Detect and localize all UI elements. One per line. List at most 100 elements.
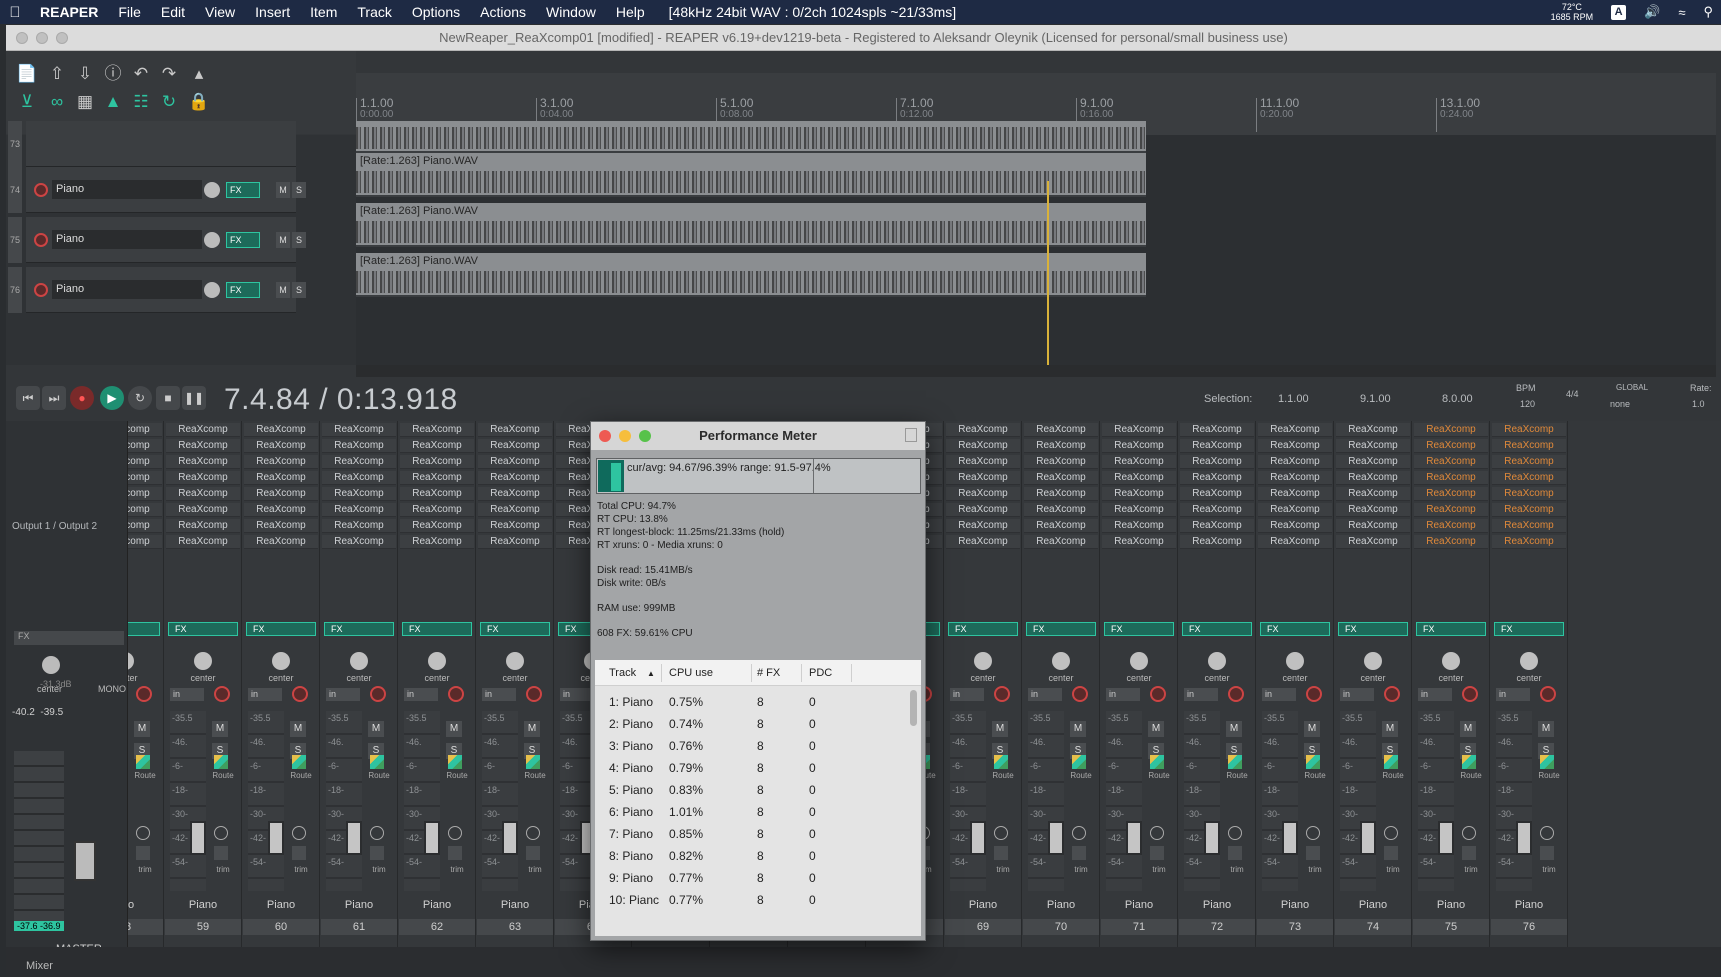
- phase-invert-icon[interactable]: [1306, 826, 1320, 840]
- fx-button[interactable]: FX: [226, 282, 260, 298]
- fx-button[interactable]: FX: [168, 622, 238, 636]
- mute-button[interactable]: M: [134, 721, 150, 737]
- fx-slot[interactable]: ReaXcomp: [1336, 439, 1410, 453]
- horizontal-scrollbar[interactable]: [356, 365, 1716, 377]
- menu-item[interactable]: Item: [300, 4, 347, 20]
- fx-slot[interactable]: ReaXcomp: [1492, 423, 1566, 437]
- menu-help[interactable]: Help: [606, 4, 655, 20]
- volume-fader[interactable]: [424, 821, 440, 855]
- route-icon[interactable]: [1540, 755, 1554, 769]
- strip-name[interactable]: Piano: [1022, 899, 1100, 911]
- table-row[interactable]: 3: Piano 0.76% 8 0: [595, 734, 905, 758]
- mute-button[interactable]: M: [992, 721, 1008, 737]
- fx-button[interactable]: FX: [128, 622, 160, 636]
- col-pdc[interactable]: PDC: [809, 667, 832, 679]
- mute-button[interactable]: M: [1148, 721, 1164, 737]
- pan-knob[interactable]: [1286, 652, 1304, 670]
- fx-slot[interactable]: ReaXcomp: [478, 503, 552, 517]
- fx-slot[interactable]: ReaXcomp: [166, 487, 240, 501]
- arrange-view[interactable]: [Rate:1.263] Piano.WAV [Rate:1.263] Pian…: [356, 121, 1716, 365]
- solo-button[interactable]: S: [292, 232, 306, 248]
- fx-slot[interactable]: ReaXcomp: [166, 503, 240, 517]
- fx-slot[interactable]: ReaXcomp: [1258, 535, 1332, 549]
- trim-envelope-icon[interactable]: [1462, 846, 1476, 860]
- table-row[interactable]: 2: Piano 0.74% 8 0: [595, 712, 905, 736]
- col-cpu-use[interactable]: CPU use: [669, 667, 713, 679]
- fx-slot[interactable]: ReaXcomp: [1024, 519, 1098, 533]
- grouping-icon[interactable]: ∞: [46, 91, 68, 113]
- mono-button[interactable]: MONO: [98, 684, 126, 694]
- mute-button[interactable]: M: [276, 182, 290, 198]
- pan-knob[interactable]: [128, 652, 134, 670]
- fx-button[interactable]: FX: [246, 622, 316, 636]
- stop-button[interactable]: ■: [156, 386, 180, 410]
- fx-button[interactable]: FX: [324, 622, 394, 636]
- mute-button[interactable]: M: [212, 721, 228, 737]
- volume-fader[interactable]: [970, 821, 986, 855]
- fx-slot[interactable]: ReaXcomp: [1102, 503, 1176, 517]
- fx-slot[interactable]: ReaXcomp: [1336, 487, 1410, 501]
- solo-button[interactable]: S: [292, 182, 306, 198]
- pan-knob[interactable]: [272, 652, 290, 670]
- strip-number[interactable]: 72: [1179, 919, 1255, 935]
- fx-slot[interactable]: ReaXcomp: [244, 519, 318, 533]
- perf-minimize-button[interactable]: [619, 430, 631, 442]
- fx-slot[interactable]: ReaXcomp: [478, 455, 552, 469]
- redo-icon[interactable]: ↷: [158, 63, 180, 85]
- col-fx-count[interactable]: # FX: [757, 667, 780, 679]
- pan-knob[interactable]: [974, 652, 992, 670]
- fx-slot[interactable]: ReaXcomp: [478, 471, 552, 485]
- bpm-value[interactable]: 120: [1520, 399, 1535, 409]
- phase-invert-icon[interactable]: [370, 826, 384, 840]
- mute-button[interactable]: M: [1460, 721, 1476, 737]
- strip-name[interactable]: Piano: [1100, 899, 1178, 911]
- auto-crossfade-icon[interactable]: ▲: [102, 91, 124, 113]
- menu-reaper[interactable]: REAPER: [30, 4, 108, 20]
- fx-slot[interactable]: ReaXcomp: [166, 535, 240, 549]
- fx-slot[interactable]: ReaXcomp: [128, 455, 162, 469]
- fx-slot[interactable]: ReaXcomp: [1024, 455, 1098, 469]
- record-arm-button[interactable]: [370, 686, 386, 702]
- fx-slot[interactable]: ReaXcomp: [1180, 471, 1254, 485]
- record-arm-button[interactable]: [214, 686, 230, 702]
- fx-slot[interactable]: ReaXcomp: [1414, 535, 1488, 549]
- fx-slot[interactable]: ReaXcomp: [946, 423, 1020, 437]
- route-icon[interactable]: [448, 755, 462, 769]
- pan-knob[interactable]: [1364, 652, 1382, 670]
- fx-slot[interactable]: ReaXcomp: [1492, 519, 1566, 533]
- mute-button[interactable]: M: [446, 721, 462, 737]
- trim-envelope-icon[interactable]: [1228, 846, 1242, 860]
- trim-envelope-icon[interactable]: [526, 846, 540, 860]
- fx-slot[interactable]: ReaXcomp: [478, 519, 552, 533]
- fx-slot[interactable]: ReaXcomp: [400, 487, 474, 501]
- strip-number[interactable]: 71: [1101, 919, 1177, 935]
- input-select[interactable]: in: [248, 688, 282, 701]
- phase-invert-icon[interactable]: [1384, 826, 1398, 840]
- route-icon[interactable]: [1306, 755, 1320, 769]
- fx-button[interactable]: FX: [1182, 622, 1252, 636]
- fx-slot[interactable]: ReaXcomp: [1258, 487, 1332, 501]
- trim-envelope-icon[interactable]: [1540, 846, 1554, 860]
- fx-slot[interactable]: ReaXcomp: [1180, 455, 1254, 469]
- strip-name[interactable]: Piano: [320, 899, 398, 911]
- track-name[interactable]: Piano: [52, 280, 202, 299]
- phase-invert-icon[interactable]: [994, 826, 1008, 840]
- fx-slot[interactable]: ReaXcomp: [244, 471, 318, 485]
- fx-slot[interactable]: ReaXcomp: [1258, 471, 1332, 485]
- input-select[interactable]: in: [1418, 688, 1452, 701]
- record-arm-button[interactable]: [34, 183, 48, 197]
- strip-number[interactable]: 63: [477, 919, 553, 935]
- rate-value[interactable]: 1.0: [1692, 399, 1705, 409]
- fx-slot[interactable]: ReaXcomp: [400, 455, 474, 469]
- input-select[interactable]: in: [1262, 688, 1296, 701]
- input-select[interactable]: in: [1496, 688, 1530, 701]
- fx-slot[interactable]: ReaXcomp: [1336, 503, 1410, 517]
- master-fader[interactable]: [74, 841, 96, 881]
- fx-slot[interactable]: ReaXcomp: [1102, 471, 1176, 485]
- fx-slot[interactable]: ReaXcomp: [400, 423, 474, 437]
- fx-slot[interactable]: ReaXcomp: [244, 503, 318, 517]
- strip-name[interactable]: Piano: [1334, 899, 1412, 911]
- fx-slot[interactable]: ReaXcomp: [1414, 487, 1488, 501]
- volume-knob[interactable]: [204, 232, 220, 248]
- strip-name[interactable]: Piano: [476, 899, 554, 911]
